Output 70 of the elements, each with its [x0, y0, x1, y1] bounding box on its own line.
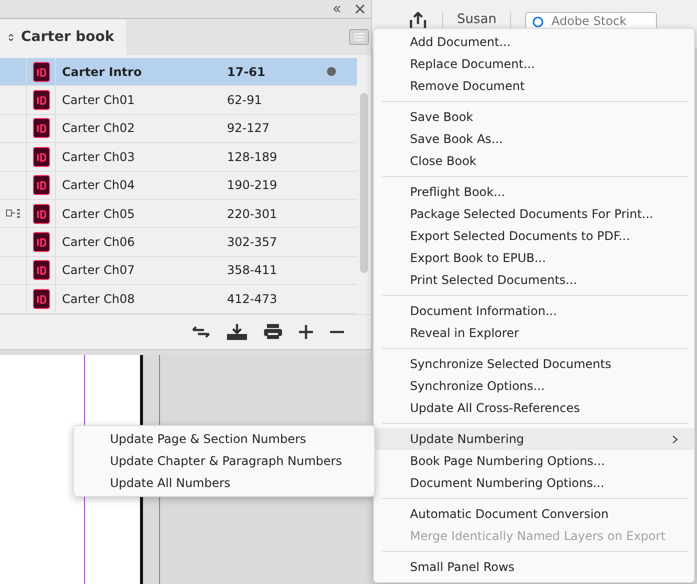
menu-item[interactable]: Remove Document: [374, 75, 694, 97]
document-name: Carter Ch03: [61, 150, 136, 164]
page-range: 220-301: [227, 206, 278, 221]
page-range: 92-127: [227, 121, 271, 136]
document-row[interactable]: Carter Ch03 128-189: [0, 143, 357, 172]
menu-item[interactable]: Add Document...: [374, 31, 694, 53]
menu-item[interactable]: Synchronize Options...: [374, 375, 694, 397]
menu-item[interactable]: Export Book to EPUB...: [374, 247, 694, 269]
indesign-file-icon: [32, 204, 50, 224]
menu-item[interactable]: Update All Numbers: [74, 472, 374, 494]
menu-item[interactable]: Small Panel Rows: [374, 556, 694, 578]
menu-item[interactable]: Print Selected Documents...: [374, 269, 694, 291]
collapse-icon[interactable]: [333, 6, 341, 12]
indesign-file-icon: [32, 175, 50, 196]
document-row[interactable]: Carter Ch01 62-91: [0, 86, 357, 115]
menu-item[interactable]: Reveal in Explorer: [374, 322, 694, 344]
indesign-file-icon: [32, 118, 50, 138]
page-range: 412-473: [227, 292, 278, 306]
close-icon[interactable]: [355, 4, 365, 14]
menu-item[interactable]: Export Selected Documents to PDF...: [374, 225, 694, 247]
menu-item[interactable]: Update Numbering: [374, 428, 694, 450]
document-name: Carter Ch06: [61, 235, 136, 250]
indesign-file-icon: [32, 232, 50, 252]
menu-item[interactable]: Save Book: [374, 106, 694, 128]
user-menu[interactable]: Susan: [457, 12, 496, 28]
document-name: Carter Ch07: [61, 263, 136, 278]
page-range: 128-189: [227, 150, 278, 164]
add-icon[interactable]: [299, 324, 313, 339]
document-name: Carter Ch02: [61, 121, 136, 136]
document-name: Carter Ch04: [61, 178, 136, 192]
menu-item[interactable]: Document Information...: [374, 300, 694, 322]
page-range: 17-61: [227, 64, 266, 79]
synchronize-icon[interactable]: [192, 326, 210, 338]
menu-item[interactable]: Book Page Numbering Options...: [374, 450, 694, 472]
print-icon[interactable]: [264, 324, 282, 340]
remove-icon[interactable]: [330, 330, 344, 334]
page-range: 190-219: [227, 178, 278, 192]
menu-item[interactable]: Replace Document...: [374, 53, 694, 75]
page-range: 62-91: [227, 93, 263, 108]
menu-item[interactable]: Automatic Document Conversion: [374, 503, 694, 525]
menu-item[interactable]: Close Book: [374, 150, 694, 172]
sort-arrows-icon[interactable]: [8, 32, 14, 42]
menu-item[interactable]: Package Selected Documents For Print...: [374, 203, 694, 225]
document-row[interactable]: Carter Intro 17-61: [0, 58, 357, 86]
document-row[interactable]: Carter Ch07 358-411: [0, 256, 357, 286]
menu-item[interactable]: Document Numbering Options...: [374, 472, 694, 494]
menu-item[interactable]: Preflight Book...: [374, 181, 694, 203]
page-range: 358-411: [227, 263, 278, 278]
indesign-file-icon: [32, 90, 50, 110]
document-row[interactable]: Carter Ch08 412-473: [0, 285, 357, 314]
document-row[interactable]: Carter Ch06 302-357: [0, 228, 357, 257]
document-row[interactable]: Carter Ch05 220-301: [0, 200, 357, 228]
document-name: Carter Ch05: [61, 206, 136, 221]
menu-item[interactable]: Save Book As...: [374, 128, 694, 150]
document-name: Carter Ch01: [61, 93, 136, 108]
document-row[interactable]: Carter Ch02 92-127: [0, 114, 357, 144]
menu-item[interactable]: Synchronize Selected Documents: [374, 353, 694, 375]
document-name: Carter Intro: [61, 64, 143, 79]
indesign-file-icon: [32, 62, 50, 82]
indesign-file-icon: [32, 288, 50, 309]
page-range: 302-357: [227, 235, 278, 250]
document-name: Carter Ch08: [61, 292, 136, 306]
indesign-file-icon: [32, 260, 50, 280]
menu-item[interactable]: Update All Cross-References: [374, 397, 694, 419]
menu-item[interactable]: Update Page & Section Numbers: [74, 428, 374, 450]
indesign-file-icon: [32, 146, 50, 167]
menu-item[interactable]: Update Chapter & Paragraph Numbers: [74, 450, 374, 472]
save-icon[interactable]: [227, 324, 247, 340]
document-row[interactable]: Carter Ch04 190-219: [0, 172, 357, 200]
panel-tab[interactable]: Carter book: [0, 19, 126, 55]
